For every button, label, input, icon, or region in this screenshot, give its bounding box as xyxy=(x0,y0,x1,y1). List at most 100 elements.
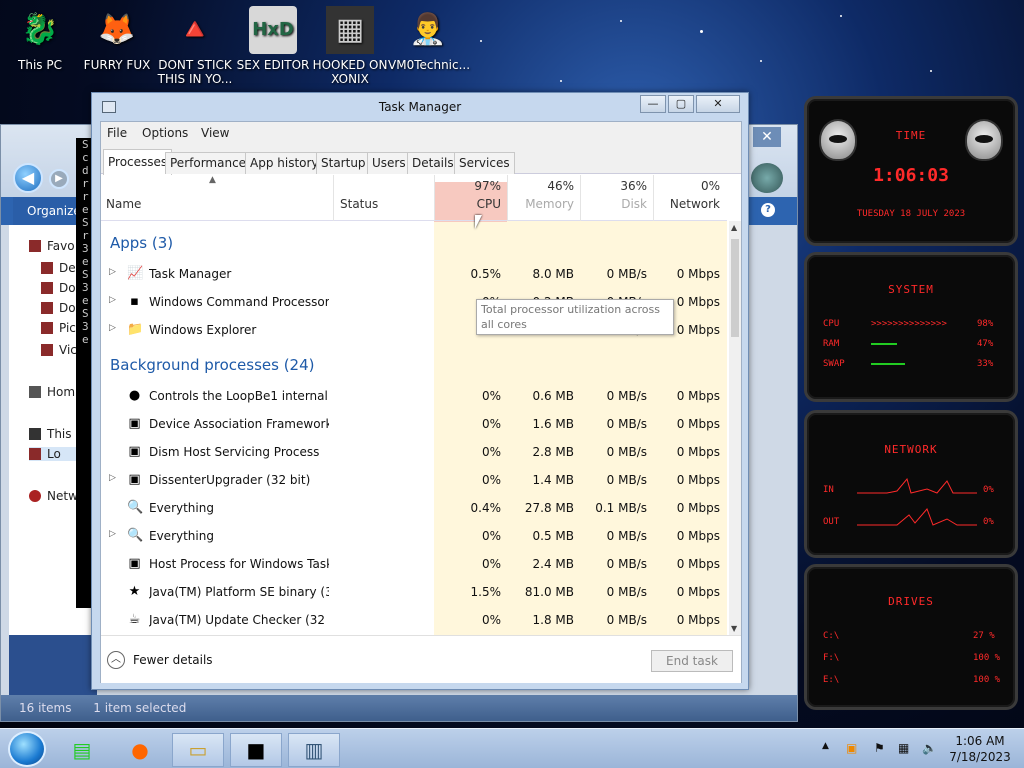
scroll-down-icon[interactable]: ▼ xyxy=(731,624,737,633)
time-title: TIME xyxy=(895,129,927,142)
out-graph xyxy=(857,508,977,526)
expand-arrow-icon[interactable]: ▷ xyxy=(109,529,116,539)
chevron-up-icon[interactable]: ︿ xyxy=(107,651,125,669)
process-row[interactable]: ▣ Device Association Framework ... 0% 1.6 M… xyxy=(101,410,727,438)
taskbar-explorer-icon[interactable]: ▭ xyxy=(172,733,224,767)
tab-app-history[interactable]: App history xyxy=(245,152,324,174)
tab-details[interactable]: Details xyxy=(407,152,459,174)
process-row[interactable]: ▷ 🔍 Everything 0% 0.5 MB 0 MB/s 0 Mbps xyxy=(101,522,727,550)
menu-view[interactable]: View xyxy=(201,126,229,140)
column-network[interactable]: Network xyxy=(660,197,720,211)
computer-icon xyxy=(29,428,41,440)
tab-users[interactable]: Users xyxy=(367,152,411,174)
column-divider xyxy=(333,175,334,221)
forward-button[interactable]: ▶ xyxy=(49,169,69,189)
sidebar-item-desktop[interactable]: De xyxy=(41,261,76,275)
process-row[interactable]: ▣ Dism Host Servicing Process 0% 2.8 MB 0 MB… xyxy=(101,438,727,466)
start-button[interactable] xyxy=(8,731,46,767)
taskbar-clock[interactable]: 1:06 AM 7/18/2023 xyxy=(940,733,1020,765)
menu-bar: File Options View xyxy=(101,122,741,146)
process-icon: 📈 xyxy=(127,266,144,281)
system-panel: SYSTEM CPU >>>>>>>>>>>>>> 98% RAM 47% SW… xyxy=(804,252,1018,402)
scroll-up-icon[interactable]: ▲ xyxy=(731,223,737,232)
tab-processes[interactable]: Processes xyxy=(103,149,173,175)
process-row[interactable]: ▷ 📈 Task Manager 0.5% 8.0 MB 0 MB/s 0 Mbps xyxy=(101,260,727,288)
process-row[interactable]: ▣ Host Process for Windows Tasks 0% 2.4 MB 0… xyxy=(101,550,727,578)
process-name: Host Process for Windows Tasks xyxy=(149,557,329,571)
desktop-icon-furry-fux[interactable]: 🦊 FURRY FUX xyxy=(77,6,157,73)
vlc-cone-icon: 🔺 xyxy=(176,12,214,47)
process-cpu-value: 0.5% xyxy=(470,267,502,281)
process-row[interactable]: 🔍 Everything 0.4% 27.8 MB 0.1 MB/s 0 Mbps xyxy=(101,494,727,522)
end-task-button[interactable]: End task xyxy=(651,650,733,672)
network-tray-icon[interactable]: ▦ xyxy=(898,741,909,755)
column-name[interactable]: Name xyxy=(106,197,141,211)
scroll-thumb[interactable] xyxy=(731,239,739,337)
process-mem-value: 0.6 MB xyxy=(532,389,574,403)
sidebar-item-documents[interactable]: Do xyxy=(41,301,76,315)
expand-arrow-icon[interactable]: ▷ xyxy=(109,295,116,305)
desktop-icon-sex-editor[interactable]: HxD SEX EDITOR xyxy=(233,6,313,72)
tab-performance[interactable]: Performance xyxy=(165,152,252,174)
back-button[interactable]: ◀ xyxy=(13,163,43,193)
sidebar-item-label: Hom xyxy=(47,385,76,399)
process-row[interactable]: ★ Java(TM) Platform SE binary (32... 1.5% 8… xyxy=(101,578,727,606)
time-panel: TIME 1:06:03 TUESDAY 18 JULY 2023 xyxy=(804,96,1018,246)
dragon-icon: 🐉 xyxy=(21,12,59,47)
action-center-flag-icon[interactable]: ⚑ xyxy=(874,741,885,755)
tab-services[interactable]: Services xyxy=(454,152,515,174)
column-memory[interactable]: Memory xyxy=(514,197,574,211)
expand-arrow-icon[interactable]: ▷ xyxy=(109,267,116,277)
minimize-button[interactable]: — xyxy=(640,95,666,113)
console-text: S c d r r e S r 3 e S 3 e S 3 e xyxy=(82,138,89,346)
explorer-close-button[interactable]: ✕ xyxy=(753,127,781,147)
disk-total-percent[interactable]: 36% xyxy=(587,179,647,193)
process-row[interactable]: ☕ Java(TM) Update Checker (32 bit) 0% 1.8 M… xyxy=(101,606,727,634)
process-name: Everything xyxy=(149,529,214,543)
process-mem-value: 8.0 MB xyxy=(532,267,574,281)
menu-options[interactable]: Options xyxy=(142,126,188,140)
column-disk[interactable]: Disk xyxy=(587,197,647,211)
task-manager-window[interactable]: Task Manager — ▢ ✕ File Options View Pro… xyxy=(91,92,749,690)
process-icon: ★ xyxy=(128,584,141,599)
tab-startup[interactable]: Startup xyxy=(316,152,371,174)
tray-expand-icon[interactable]: ▲ xyxy=(822,741,829,751)
column-status[interactable]: Status xyxy=(340,197,378,211)
taskbar-cmd-icon[interactable]: ■ xyxy=(230,733,282,767)
cpu-total-percent[interactable]: 97% xyxy=(441,179,501,193)
sidebar-item-pictures[interactable]: Pic xyxy=(41,321,76,335)
fewer-details-link[interactable]: Fewer details xyxy=(133,653,213,667)
sidebar-item-videos[interactable]: Vic xyxy=(41,343,77,357)
desktop-icon-vm0technic[interactable]: 👨‍⚕️ VM0Technic... xyxy=(388,6,470,73)
memory-total-percent[interactable]: 46% xyxy=(514,179,574,193)
firefox-icon: 🦊 xyxy=(98,12,136,47)
sidebar-item-homegroup[interactable]: Hom xyxy=(29,385,75,399)
network-total-percent[interactable]: 0% xyxy=(660,179,720,193)
process-icon: ☕ xyxy=(128,612,141,627)
desktop-icon-dont-stick[interactable]: 🔺 DONT STICK THIS IN YO... xyxy=(155,6,235,87)
sidebar-item-favorites[interactable]: Favo xyxy=(29,239,75,253)
sidebar-item-downloads[interactable]: Do xyxy=(41,281,76,295)
sidebar-item-this-pc[interactable]: This P xyxy=(29,427,83,441)
menu-file[interactable]: File xyxy=(107,126,127,140)
process-row[interactable]: ● Controls the LoopBe1 internal ... 0% 0.6 … xyxy=(101,382,727,410)
desktop-icon-label: DONT STICK THIS IN YO... xyxy=(157,58,233,86)
swap-meter xyxy=(871,363,905,365)
desktop-icon-hooked-on-xonix[interactable]: ▦ HOOKED ON XONIX xyxy=(310,6,390,86)
help-icon[interactable]: ? xyxy=(761,203,775,217)
expand-arrow-icon[interactable]: ▷ xyxy=(109,323,116,333)
desktop-icon-this-pc[interactable]: 🐉 This PC xyxy=(0,6,80,73)
taskbar-firefox-icon[interactable]: ● xyxy=(114,733,166,767)
maximize-button[interactable]: ▢ xyxy=(668,95,694,113)
desktop-icon-label: This PC xyxy=(18,58,62,72)
volume-icon[interactable]: 🔈 xyxy=(922,741,937,755)
vertical-scrollbar[interactable]: ▲ ▼ xyxy=(729,221,741,635)
process-disk-value: 0 MB/s xyxy=(606,473,647,487)
close-button[interactable]: ✕ xyxy=(696,95,740,113)
taskbar-task-manager-icon[interactable]: ▥ xyxy=(288,733,340,767)
column-cpu[interactable]: CPU xyxy=(441,197,501,211)
taskbar-app-green-icon[interactable]: ▤ xyxy=(56,733,108,767)
process-row[interactable]: ▷ ▣ DissenterUpgrader (32 bit) 0% 1.4 MB 0 MB… xyxy=(101,466,727,494)
expand-arrow-icon[interactable]: ▷ xyxy=(109,473,116,483)
tray-app-icon[interactable]: ▣ xyxy=(846,741,857,755)
